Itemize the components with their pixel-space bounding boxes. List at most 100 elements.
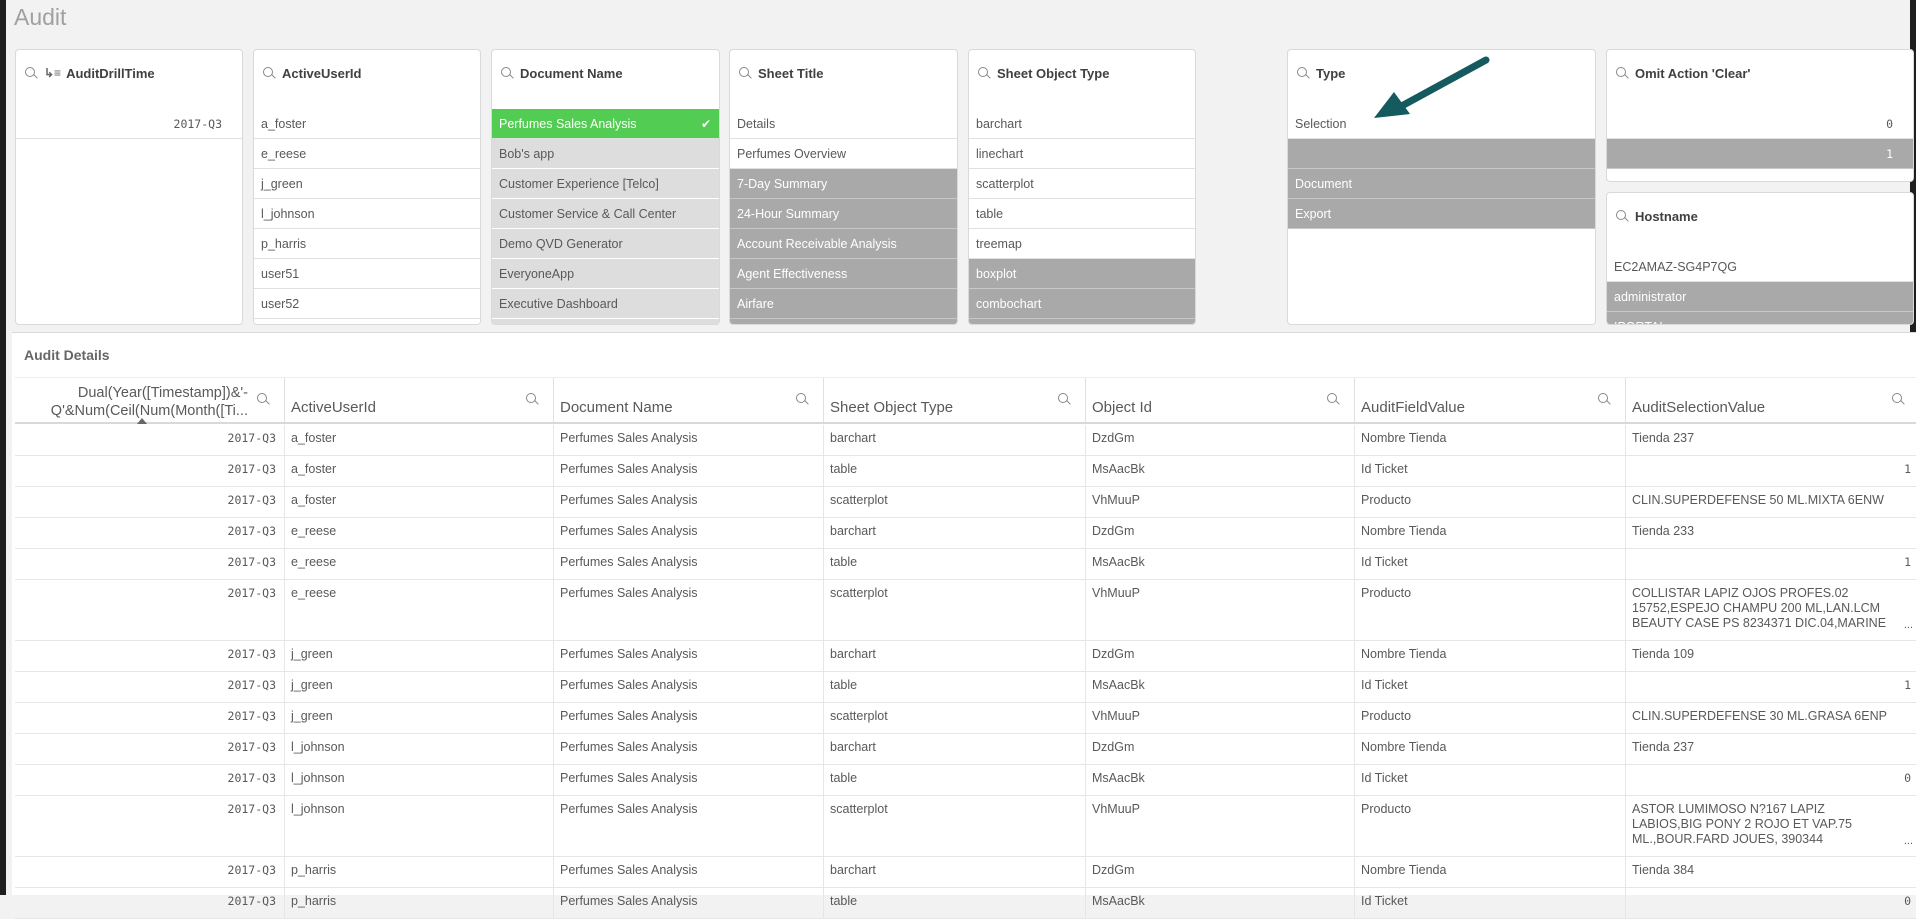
filter-item[interactable]: IPORTAL <box>1607 312 1913 324</box>
filter-item[interactable]: 24-Hour Summary <box>730 199 957 229</box>
filter-item[interactable]: Bob's app <box>492 139 719 169</box>
filter-item[interactable]: user52 <box>254 289 480 319</box>
filter-pane-header[interactable]: Sheet Object Type <box>969 50 1195 96</box>
filter-item[interactable]: 1 <box>1607 139 1913 169</box>
filter-item[interactable]: barchart <box>969 109 1195 139</box>
filter-pane-header[interactable]: Sheet Title <box>730 50 957 96</box>
filter-item[interactable]: linechart <box>969 139 1195 169</box>
filter-item[interactable]: a_foster <box>254 109 480 139</box>
column-search-icon[interactable] <box>1326 392 1340 406</box>
cell-value: e_reese <box>291 555 337 569</box>
table-row[interactable]: 2017-Q3 j_green Perfumes Sales Analysis tab… <box>15 672 1916 703</box>
filter-item[interactable]: Perfumes Sales Analysis ✔ <box>492 109 719 139</box>
search-icon[interactable] <box>24 66 38 80</box>
search-icon[interactable] <box>262 66 276 80</box>
filter-item[interactable]: l_johnson <box>254 199 480 229</box>
filter-pane-header[interactable]: ActiveUserId <box>254 50 480 96</box>
filter-item[interactable] <box>1288 139 1595 169</box>
filter-item[interactable]: EC2AMAZ-SG4P7QG <box>1607 252 1913 282</box>
filter-item[interactable]: Selection <box>1288 109 1595 139</box>
column-search-icon[interactable] <box>1891 392 1905 406</box>
table-cell: MsAacBk <box>1086 888 1355 918</box>
filter-pane-header[interactable]: ↳≡ AuditDrillTime <box>16 50 242 96</box>
table-row[interactable]: 2017-Q3 l_johnson Perfumes Sales Analysis b… <box>15 734 1916 765</box>
filter-pane-header[interactable]: Omit Action 'Clear' <box>1607 50 1913 96</box>
table-row[interactable]: 2017-Q3 a_foster Perfumes Sales Analysis ba… <box>15 425 1916 456</box>
table-row[interactable]: 2017-Q3 p_harris Perfumes Sales Analysis ta… <box>15 888 1916 919</box>
column-search-icon[interactable] <box>1597 392 1611 406</box>
filter-item[interactable]: Demo QVD Generator <box>492 229 719 259</box>
filter-item[interactable]: e_reese <box>254 139 480 169</box>
column-header[interactable]: Dual(Year([Timestamp])&'-Q'&Num(Ceil(Num… <box>15 378 285 424</box>
filter-item[interactable]: treemap <box>969 229 1195 259</box>
filter-item[interactable]: Executive Dashboard <box>492 289 719 319</box>
cell-value: table <box>830 462 858 476</box>
filter-pane-header[interactable]: Document Name <box>492 50 719 96</box>
table-cell: barchart <box>824 425 1086 455</box>
filter-item[interactable]: 7-Day Summary <box>730 169 957 199</box>
filter-item[interactable]: j_green <box>254 169 480 199</box>
filter-pane-header[interactable]: Hostname <box>1607 193 1913 239</box>
search-icon[interactable] <box>738 66 752 80</box>
table-cell: 1 <box>1626 456 1916 486</box>
filter-item[interactable]: p_harris <box>254 229 480 259</box>
column-header[interactable]: Sheet Object Type <box>824 378 1086 422</box>
table-cell: 2017-Q3 <box>15 888 285 918</box>
column-header[interactable]: Object Id <box>1086 378 1355 422</box>
table-row[interactable]: 2017-Q3 a_foster Perfumes Sales Analysis sc… <box>15 487 1916 518</box>
column-search-icon[interactable] <box>1057 392 1071 406</box>
filter-item[interactable]: Customer Experience [Telco] <box>492 169 719 199</box>
filter-item[interactable]: EveryoneApp <box>492 259 719 289</box>
column-header[interactable]: Document Name <box>554 378 824 422</box>
search-icon[interactable] <box>1615 209 1629 223</box>
filter-item-label: barchart <box>976 117 1022 131</box>
search-icon[interactable] <box>977 66 991 80</box>
filter-item[interactable]: administrator <box>1607 282 1913 312</box>
search-icon[interactable] <box>1615 66 1629 80</box>
filter-item[interactable]: 2017-Q3 <box>16 109 242 139</box>
table-row[interactable]: 2017-Q3 e_reese Perfumes Sales Analysis sca… <box>15 580 1916 641</box>
filter-item[interactable]: table <box>969 199 1195 229</box>
filter-item[interactable]: Agent Effectiveness <box>730 259 957 289</box>
app-title: Audit <box>14 4 67 30</box>
filter-item[interactable]: Document <box>1288 169 1595 199</box>
table-row[interactable]: 2017-Q3 j_green Perfumes Sales Analysis sca… <box>15 703 1916 734</box>
table-row[interactable]: 2017-Q3 l_johnson Perfumes Sales Analysis t… <box>15 765 1916 796</box>
search-icon[interactable] <box>1296 66 1310 80</box>
table-cell: barchart <box>824 518 1086 548</box>
column-header[interactable]: ActiveUserId <box>285 378 554 422</box>
table-cell: CLIN.SUPERDEFENSE 50 ML.MIXTA 6ENW <box>1626 487 1916 517</box>
table-row[interactable]: 2017-Q3 a_foster Perfumes Sales Analysis ta… <box>15 456 1916 487</box>
filter-item-label: j_green <box>261 177 303 191</box>
filter-item[interactable]: scatterplot <box>969 169 1195 199</box>
search-icon[interactable] <box>500 66 514 80</box>
table-row[interactable]: 2017-Q3 e_reese Perfumes Sales Analysis bar… <box>15 518 1916 549</box>
column-search-icon[interactable] <box>525 392 539 406</box>
filter-pane-header[interactable]: Type <box>1288 50 1595 96</box>
filter-item[interactable]: Account Receivable Analysis <box>730 229 957 259</box>
filter-item[interactable]: Export <box>1288 199 1595 229</box>
filter-item[interactable]: Expense Management and Cost Tran... <box>492 319 719 324</box>
table-row[interactable]: 2017-Q3 p_harris Perfumes Sales Analysis ba… <box>15 857 1916 888</box>
column-header[interactable]: AuditSelectionValue <box>1626 378 1916 422</box>
filter-item[interactable]: d3dynamictreelayout-qs <box>969 319 1195 324</box>
table-row[interactable]: 2017-Q3 e_reese Perfumes Sales Analysis tab… <box>15 549 1916 580</box>
filter-item[interactable]: user51 <box>254 259 480 289</box>
table-body[interactable]: 2017-Q3 a_foster Perfumes Sales Analysis ba… <box>15 425 1916 919</box>
filter-item[interactable]: combochart <box>969 289 1195 319</box>
filter-item[interactable]: Customer Service & Call Center <box>492 199 719 229</box>
sort-ascending-icon[interactable] <box>137 418 147 424</box>
column-header[interactable]: AuditFieldValue <box>1355 378 1626 422</box>
column-search-icon[interactable] <box>256 392 270 406</box>
table-row[interactable]: 2017-Q3 l_johnson Perfumes Sales Analysis s… <box>15 796 1916 857</box>
filter-item[interactable]: Airfare <box>730 289 957 319</box>
table-row[interactable]: 2017-Q3 j_green Perfumes Sales Analysis bar… <box>15 641 1916 672</box>
column-search-icon[interactable] <box>795 392 809 406</box>
filter-item[interactable]: Details <box>730 109 957 139</box>
filter-item[interactable]: Allocation History <box>730 319 957 324</box>
filter-item[interactable]: 0 <box>1607 109 1913 139</box>
filter-item[interactable]: boxplot <box>969 259 1195 289</box>
filter-item[interactable]: user53 <box>254 319 480 324</box>
filter-item[interactable]: Perfumes Overview <box>730 139 957 169</box>
cell-value: scatterplot <box>830 493 888 507</box>
